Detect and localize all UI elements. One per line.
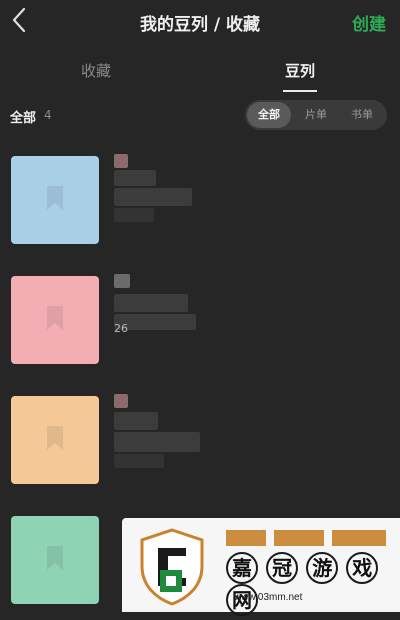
list-item-subtitle: 26	[114, 322, 128, 335]
blurred-avatar	[114, 154, 128, 168]
bookmark-icon	[47, 546, 63, 570]
brand-wordmark-icon	[226, 530, 386, 546]
blurred-title	[114, 188, 192, 206]
tab-bar: 收藏 豆列	[0, 52, 400, 92]
list-item[interactable]	[0, 140, 400, 260]
tab-doulists[interactable]: 豆列	[250, 60, 350, 81]
list-item[interactable]	[0, 380, 400, 500]
blurred-title	[114, 412, 158, 430]
bookmark-icon	[47, 186, 63, 210]
blurred-meta	[114, 208, 154, 222]
watermark-char: 嘉	[226, 552, 258, 584]
filter-all-button[interactable]: 全部	[247, 102, 291, 128]
filter-book-list-button[interactable]: 书单	[339, 100, 385, 130]
blurred-avatar	[114, 274, 130, 288]
bookmark-icon	[47, 306, 63, 330]
active-tab-indicator	[283, 90, 317, 92]
list-cover	[11, 396, 99, 484]
watermark-char: 游	[306, 552, 339, 584]
blurred-avatar	[114, 394, 128, 408]
type-filter-segmented: 全部 片单 书单	[245, 100, 387, 130]
bookmark-icon	[47, 426, 63, 450]
site-watermark: 嘉 冠 游 戏 网 www.03mm.net	[122, 518, 400, 616]
blurred-title	[114, 170, 156, 186]
all-count: 4	[44, 108, 52, 122]
blurred-meta	[114, 454, 164, 468]
tab-collect[interactable]: 收藏	[46, 60, 146, 81]
watermark-char: 戏	[346, 552, 379, 584]
top-bar: 我的豆列 / 收藏 创建	[0, 0, 400, 44]
blurred-title	[114, 294, 188, 312]
page-title: 我的豆列 / 收藏	[139, 15, 261, 35]
filter-film-list-button[interactable]: 片单	[293, 100, 339, 130]
all-label: 全部	[10, 111, 37, 126]
list-cover	[11, 156, 99, 244]
blurred-title	[114, 432, 200, 452]
list-cover	[11, 516, 99, 604]
filter-bar: 全部 4 全部 片单 书单	[0, 98, 400, 134]
list-cover	[11, 276, 99, 364]
list-item[interactable]: 26	[0, 260, 400, 380]
create-button[interactable]: 创建	[352, 10, 386, 35]
shield-logo-icon	[140, 528, 204, 606]
watermark-url: www.03mm.net	[234, 592, 303, 603]
watermark-characters: 嘉 冠 游 戏 网	[226, 552, 400, 616]
watermark-char: 冠	[266, 552, 299, 584]
